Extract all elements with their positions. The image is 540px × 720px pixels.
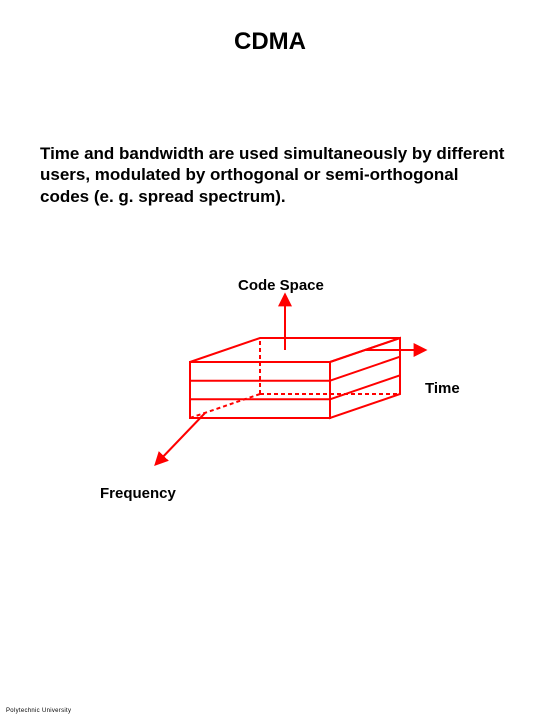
- body-paragraph: Time and bandwidth are used simultaneous…: [40, 143, 510, 207]
- page-title: CDMA: [0, 28, 540, 56]
- cdma-diagram: [150, 290, 430, 490]
- axis-label-time: Time: [425, 380, 460, 397]
- footer-credit: Polytechnic University: [6, 708, 71, 714]
- axis-frequency: [158, 413, 205, 462]
